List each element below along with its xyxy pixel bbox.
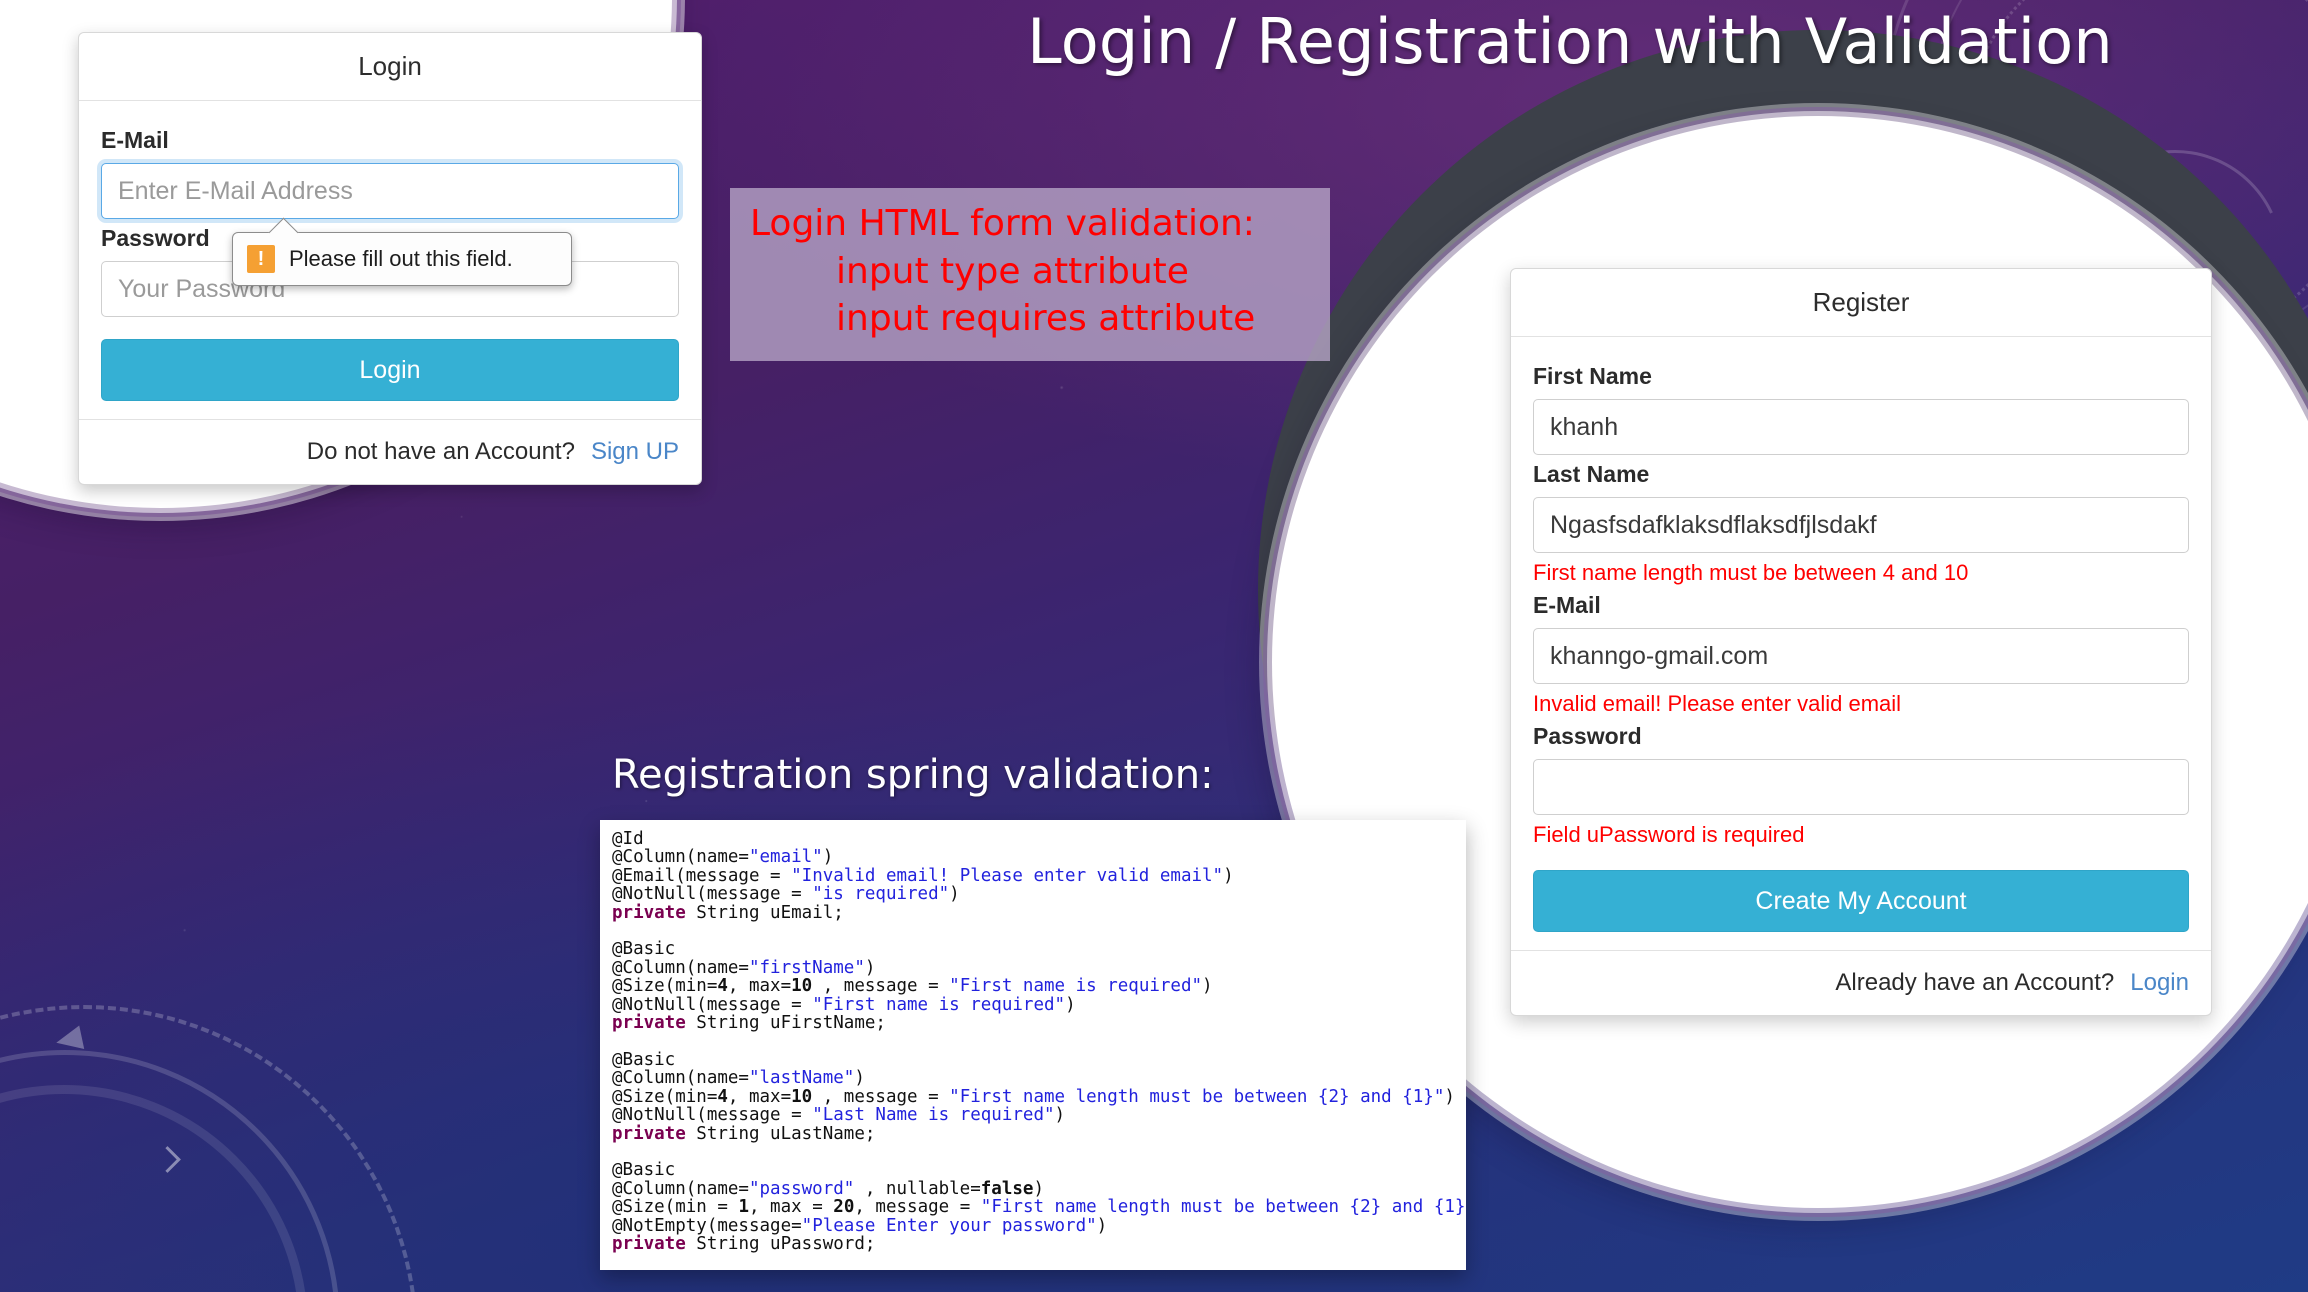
- login-link[interactable]: Login: [2130, 969, 2189, 996]
- tooltip-message: Please fill out this field.: [289, 246, 513, 271]
- register-password-input[interactable]: [1533, 759, 2189, 815]
- register-last-name-input[interactable]: [1533, 497, 2189, 553]
- register-card-body: First Name Last Name First name length m…: [1511, 337, 2211, 950]
- login-footer-text: Do not have an Account?: [306, 438, 575, 465]
- login-email-input[interactable]: [101, 163, 679, 219]
- login-card-footer: Do not have an Account? Sign UP: [79, 419, 701, 484]
- register-card-footer: Already have an Account? Login: [1511, 950, 2211, 1015]
- register-last-name-error: First name length must be between 4 and …: [1533, 560, 1969, 585]
- register-first-name-input[interactable]: [1533, 399, 2189, 455]
- register-card-heading: Register: [1511, 269, 2211, 337]
- annotation-line-2: input type attribute: [836, 250, 1189, 292]
- form-validation-tooltip: ! Please fill out this field.: [232, 217, 572, 286]
- register-footer-text: Already have an Account?: [1835, 969, 2115, 996]
- annotation-line-3: input requires attribute: [836, 298, 1256, 340]
- annotation-line-1: Login HTML form validation:: [750, 203, 1255, 244]
- register-email-input[interactable]: [1533, 628, 2189, 684]
- register-card: Register First Name Last Name First name…: [1510, 268, 2212, 1016]
- register-email-label: E-Mail: [1533, 592, 1601, 618]
- register-first-name-label: First Name: [1533, 363, 1652, 389]
- login-card-heading: Login: [79, 33, 701, 101]
- register-last-name-label: Last Name: [1533, 461, 1650, 487]
- slide-title: Login / Registration with Validation: [1027, 5, 2113, 78]
- login-email-label: E-Mail: [101, 127, 169, 153]
- login-submit-button[interactable]: Login: [101, 339, 679, 401]
- login-annotation-box: Login HTML form validation: input type a…: [730, 188, 1330, 361]
- sign-up-link[interactable]: Sign UP: [591, 438, 679, 465]
- spring-validation-code-panel: @Id @Column(name="email") @Email(message…: [600, 820, 1466, 1270]
- spring-validation-heading: Registration spring validation:: [612, 752, 1214, 798]
- spring-validation-code: @Id @Column(name="email") @Email(message…: [612, 829, 1466, 1254]
- warning-icon: !: [247, 245, 275, 273]
- slide-canvas: Login / Registration with Validation Log…: [0, 0, 2308, 1292]
- register-email-error: Invalid email! Please enter valid email: [1533, 691, 1902, 716]
- register-password-error: Field uPassword is required: [1533, 822, 1805, 847]
- create-account-button[interactable]: Create My Account: [1533, 870, 2189, 932]
- register-password-label: Password: [1533, 723, 1642, 749]
